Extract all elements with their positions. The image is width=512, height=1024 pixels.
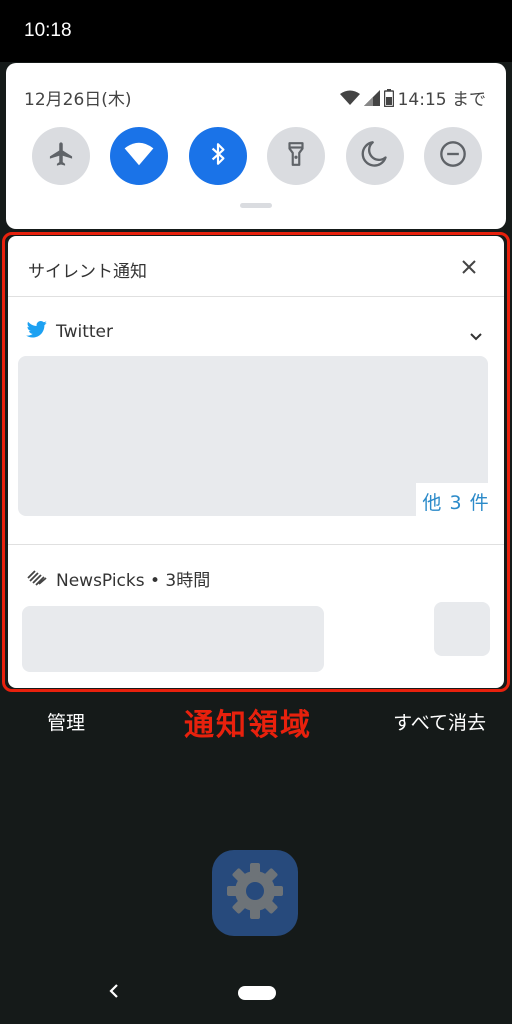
section-title: サイレント通知: [28, 262, 147, 282]
clear-all-button[interactable]: すべて消去: [393, 708, 486, 735]
more-count-label: 他 3 件: [422, 491, 490, 514]
notification-divider: [8, 544, 504, 545]
battery-icon: [383, 88, 394, 107]
flashlight-icon: [283, 141, 309, 171]
newspicks-thumbnail[interactable]: [434, 602, 490, 656]
quick-settings-panel: 12月26日(木) 14:15 まで: [6, 63, 506, 229]
flashlight-tile[interactable]: [267, 127, 326, 185]
newspicks-notification-content[interactable]: [22, 606, 324, 672]
newspicks-app-name: NewsPicks • 3時間: [56, 571, 211, 591]
newspicks-notification-header[interactable]: NewsPicks • 3時間: [26, 566, 210, 591]
bluetooth-tile[interactable]: [188, 127, 247, 185]
twitter-notification-header[interactable]: Twitter: [26, 321, 113, 343]
chevron-down-icon[interactable]: [470, 326, 484, 341]
qs-tiles: [32, 127, 482, 185]
moon-icon: [361, 140, 389, 172]
status-time: 10:18: [24, 20, 72, 41]
battery-until-text: 14:15 まで: [397, 90, 486, 110]
notification-section-header: サイレント通知: [8, 236, 504, 297]
airplane-mode-tile[interactable]: [32, 127, 90, 185]
more-notifications[interactable]: 他 3 件: [416, 483, 496, 519]
silent-notification-card: サイレント通知 Twitter 他 3 件 NewsPicks • 3時間: [8, 236, 504, 688]
qs-date[interactable]: 12月26日(木): [24, 85, 132, 110]
annotation-label: 通知領域: [184, 708, 312, 743]
gear-icon: [223, 859, 287, 927]
dnd-tile[interactable]: [423, 127, 482, 185]
twitter-bird-icon: [26, 321, 48, 343]
status-bar: 10:18: [0, 0, 512, 62]
wifi-tile[interactable]: [110, 127, 169, 185]
cell-signal-icon: [363, 89, 380, 106]
home-nav-pill[interactable]: [238, 986, 276, 1000]
qs-drag-handle[interactable]: [240, 203, 272, 208]
bluetooth-icon: [205, 141, 231, 171]
wifi-signal-icon: [339, 90, 360, 106]
settings-app-icon[interactable]: [212, 850, 298, 936]
twitter-app-name: Twitter: [56, 322, 113, 342]
back-nav-icon[interactable]: [104, 981, 124, 1001]
newspicks-logo-icon: [26, 568, 48, 590]
airplane-icon: [47, 140, 75, 172]
night-light-tile[interactable]: [345, 127, 404, 185]
qs-status-icons: 14:15 まで: [339, 85, 486, 110]
manage-button[interactable]: 管理: [47, 708, 85, 735]
close-icon[interactable]: [458, 256, 480, 278]
wifi-icon: [124, 139, 154, 173]
dnd-icon: [439, 140, 467, 172]
